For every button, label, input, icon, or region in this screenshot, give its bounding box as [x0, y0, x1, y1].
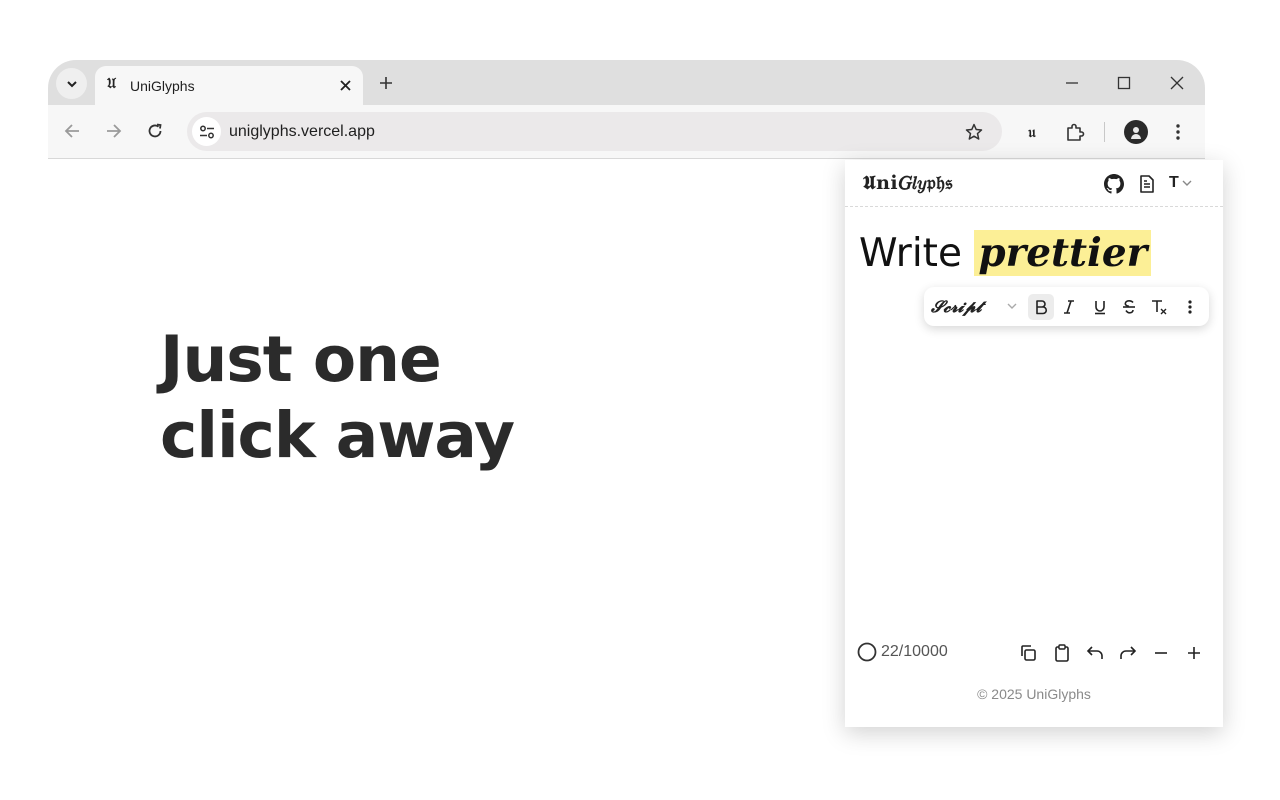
browser-menu-button[interactable]	[1165, 119, 1191, 145]
hero-line-2: click away	[160, 399, 515, 472]
italic-icon	[1064, 300, 1074, 314]
extensions-button[interactable]	[1062, 119, 1088, 145]
zoom-out-button[interactable]	[1149, 641, 1173, 665]
font-selector-label: T	[1169, 174, 1179, 191]
browser-toolbar: uniglyphs.vercel.app 𝔲	[48, 105, 1205, 159]
popup-footer-toolbar: 22/10000	[845, 638, 1223, 666]
reload-button[interactable]	[143, 119, 167, 143]
arrow-right-icon	[107, 124, 122, 138]
redo-icon	[1120, 646, 1137, 659]
clear-format-button[interactable]	[1146, 294, 1172, 320]
minimize-icon	[1066, 82, 1078, 84]
document-icon	[1140, 175, 1154, 193]
close-icon	[339, 79, 351, 91]
reload-icon	[148, 123, 162, 138]
minus-icon	[1155, 652, 1167, 654]
tab-favicon-icon: 𝔘	[107, 76, 117, 92]
paste-button[interactable]	[1050, 641, 1074, 665]
character-count: 22/10000	[881, 643, 948, 660]
chevron-down-icon	[1182, 180, 1192, 186]
profile-icon	[1131, 127, 1141, 139]
bold-icon	[1036, 300, 1047, 315]
star-icon	[965, 123, 983, 140]
character-counter: 22/10000	[857, 642, 948, 662]
github-icon	[1104, 174, 1124, 194]
puzzle-icon	[1067, 123, 1085, 141]
site-info-button[interactable]	[192, 117, 221, 146]
italic-button[interactable]	[1056, 294, 1082, 320]
copy-button[interactable]	[1016, 641, 1040, 665]
font-style-selector[interactable]: 𝓢𝓬𝓻𝓲𝓹𝓽	[931, 297, 982, 317]
text-editor[interactable]: Write 𝒑𝒓𝒆𝒕𝒕𝒊𝒆𝒓	[859, 223, 1152, 284]
minimize-button[interactable]	[1060, 71, 1084, 95]
font-size-selector[interactable]: T	[1169, 174, 1193, 192]
copyright-text: © 2025 UniGlyphs	[977, 686, 1091, 702]
docs-button[interactable]	[1136, 173, 1158, 195]
clipboard-icon	[1055, 644, 1069, 662]
bookmark-button[interactable]	[962, 120, 986, 144]
tune-icon	[199, 125, 214, 138]
format-toolbar: 𝓢𝓬𝓻𝓲𝓹𝓽	[924, 287, 1209, 326]
chevron-down-icon	[66, 80, 77, 87]
plus-icon	[380, 77, 392, 89]
hero-line-1: Just one	[160, 323, 442, 396]
tab-strip: 𝔘 UniGlyphs	[48, 60, 1205, 105]
progress-ring-icon	[857, 642, 877, 662]
redo-button[interactable]	[1116, 641, 1140, 665]
editor-selected-text: 𝒑𝒓𝒆𝒕𝒕𝒊𝒆𝒓	[974, 230, 1152, 276]
more-vertical-icon	[1188, 300, 1192, 314]
uniglyphs-extension-icon: 𝔲	[1028, 123, 1036, 141]
chevron-down-icon	[1007, 303, 1017, 309]
underline-icon	[1095, 301, 1105, 315]
profile-avatar[interactable]	[1124, 120, 1148, 144]
bold-button[interactable]	[1028, 294, 1054, 320]
popup-logo: 𝖀𝐧𝐢𝐺𝑙𝑦𝔭𝔥𝔰	[863, 172, 953, 194]
maximize-icon	[1117, 76, 1131, 90]
format-more-button[interactable]	[1177, 294, 1203, 320]
close-icon	[1170, 76, 1184, 90]
github-button[interactable]	[1103, 173, 1125, 195]
font-style-dropdown[interactable]	[1004, 298, 1020, 314]
strikethrough-icon	[1123, 299, 1135, 314]
plus-icon	[1188, 647, 1200, 659]
editor-plain-text: Write	[859, 231, 975, 276]
more-vertical-icon	[1176, 124, 1180, 140]
zoom-in-button[interactable]	[1182, 641, 1206, 665]
undo-button[interactable]	[1083, 641, 1107, 665]
active-tab[interactable]: 𝔘 UniGlyphs	[95, 66, 363, 105]
maximize-button[interactable]	[1112, 71, 1136, 95]
back-button[interactable]	[60, 119, 84, 143]
popup-header: 𝖀𝐧𝐢𝐺𝑙𝑦𝔭𝔥𝔰 T	[845, 160, 1223, 207]
undo-icon	[1086, 646, 1103, 659]
tab-close-button[interactable]	[335, 75, 355, 95]
window-close-button[interactable]	[1165, 71, 1189, 95]
strikethrough-button[interactable]	[1116, 294, 1142, 320]
url-text: uniglyphs.vercel.app	[229, 123, 375, 140]
uniglyphs-extension-button[interactable]: 𝔲	[1019, 119, 1045, 145]
forward-button[interactable]	[102, 119, 126, 143]
copy-icon	[1021, 645, 1036, 661]
clear-format-icon	[1152, 300, 1167, 315]
tab-title: UniGlyphs	[130, 78, 195, 94]
address-bar[interactable]: uniglyphs.vercel.app	[187, 112, 1002, 151]
hero-headline: Just one click away	[160, 322, 515, 474]
underline-button[interactable]	[1087, 294, 1113, 320]
browser-window: 𝔘 UniGlyphs uniglyphs.vercel.app 𝔲	[48, 60, 1205, 161]
new-tab-button[interactable]	[374, 71, 398, 95]
arrow-left-icon	[64, 124, 79, 138]
tab-search-button[interactable]	[56, 68, 87, 99]
toolbar-divider	[1104, 122, 1105, 142]
extension-popup: 𝖀𝐧𝐢𝐺𝑙𝑦𝔭𝔥𝔰 T Write 𝒑𝒓𝒆𝒕𝒕𝒊𝒆𝒓 22/10000 © 20…	[845, 160, 1223, 727]
